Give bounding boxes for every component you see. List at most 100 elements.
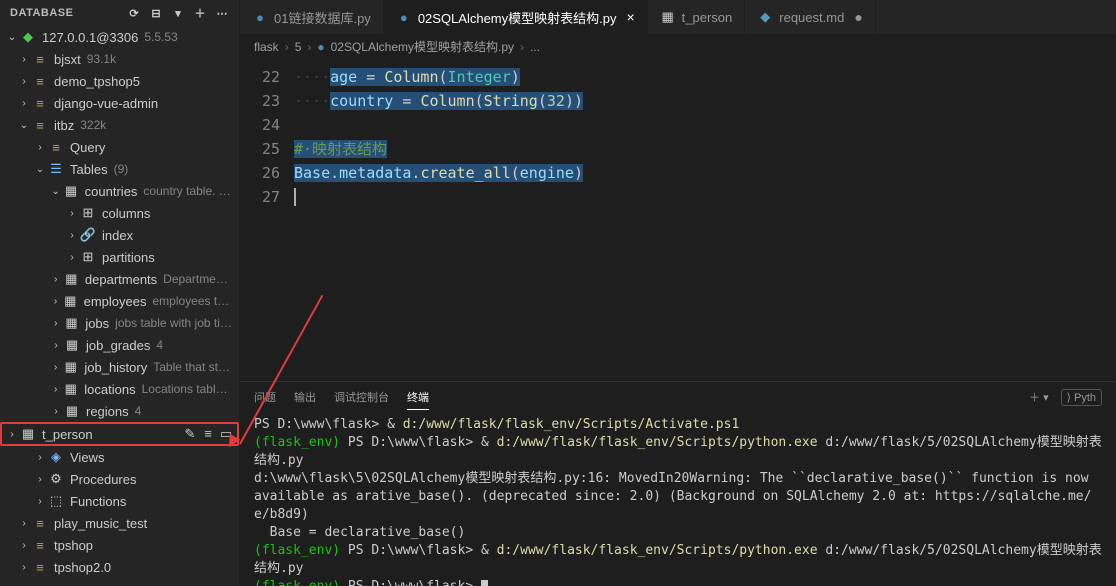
more-icon[interactable]: ⋯ xyxy=(215,6,229,20)
chevron-right-icon: › xyxy=(18,562,30,573)
chevron-right-icon: › xyxy=(18,76,30,87)
filter-icon[interactable]: ▾ xyxy=(171,6,185,20)
table-icon: ▦ xyxy=(63,381,78,397)
close-icon[interactable]: × xyxy=(626,9,634,25)
database-icon: ≡ xyxy=(32,117,48,133)
db-bjsxt[interactable]: › ≡ bjsxt 93.1k xyxy=(0,48,239,70)
chevron-right-icon: › xyxy=(50,340,62,351)
table-icon: ▦ xyxy=(63,293,78,309)
query-node[interactable]: › ≡ Query xyxy=(0,136,239,158)
collapse-icon[interactable]: ⊟ xyxy=(149,6,163,20)
tab-t_person[interactable]: ▦ t_person xyxy=(648,0,746,34)
index-icon: 🔗 xyxy=(80,227,96,243)
table-employees[interactable]: › ▦ employees employees tab... xyxy=(0,290,239,312)
db-tpshop2.0[interactable]: › ≡ tpshop2.0 xyxy=(0,556,239,578)
database-sidebar: DATABASE ⟳ ⊟ ▾ ＋ ⋯ ⌄ ◆ 127.0.0.1@3306 5.… xyxy=(0,0,240,586)
views-label: Views xyxy=(70,450,104,465)
breadcrumb[interactable]: flask › 5 › ● 02SQLAlchemy模型映射表结构.py ›... xyxy=(240,34,1116,59)
db-label: bjsxt xyxy=(54,52,81,67)
terminal-line: d:\www\flask\5\02SQLAlchemy模型映射表结构.py:16… xyxy=(254,470,1102,524)
table-departments[interactable]: › ▦ departments Department... xyxy=(0,268,239,290)
terminal-line: Base = declarative_base() xyxy=(254,524,1102,542)
views-node[interactable]: › ◈ Views xyxy=(0,446,239,468)
edit-icon[interactable]: ✎ xyxy=(183,426,197,442)
sub-label: index xyxy=(102,228,133,243)
chevron-right-icon: › xyxy=(34,474,46,485)
breadcrumb-item[interactable]: 02SQLAlchemy模型映射表结构.py xyxy=(331,38,514,55)
functions-icon: ⬚ xyxy=(48,493,64,509)
tab-02SQLAlchemy模型映射表结构.py[interactable]: ● 02SQLAlchemy模型映射表结构.py × xyxy=(384,0,648,34)
breadcrumb-sep: › xyxy=(520,40,524,54)
chevron-down-icon: ⌄ xyxy=(18,120,30,131)
table-sub-columns[interactable]: › ⊞ columns xyxy=(0,202,239,224)
breadcrumb-sep: › xyxy=(307,40,311,54)
chevron-right-icon: › xyxy=(50,362,61,373)
table-locations[interactable]: › ▦ locations Locations table t... xyxy=(0,378,239,400)
breadcrumb-item[interactable]: ... xyxy=(530,40,540,54)
db-label: tpshop2.0 xyxy=(54,560,111,575)
table-job_grades[interactable]: › ▦ job_grades 4 xyxy=(0,334,239,356)
proc-label: Procedures xyxy=(70,472,136,487)
code-editor[interactable]: 222324252627 ····age = Column(Integer)··… xyxy=(240,59,1116,381)
breadcrumb-item[interactable]: 5 xyxy=(295,40,302,54)
chevron-down-icon: ⌄ xyxy=(6,32,18,43)
panel-kind-label[interactable]: ⟩ Pyth xyxy=(1061,389,1102,406)
panel-tabs: 问题输出调试控制台终端 ＋ ▾ ⟩ Pyth xyxy=(240,382,1116,412)
panel-tab-终端[interactable]: 终端 xyxy=(407,385,429,410)
tables-node[interactable]: ⌄ ☰ Tables (9) xyxy=(0,158,239,180)
table-icon: ▦ xyxy=(63,359,78,375)
tab-label: request.md xyxy=(779,10,844,25)
table-label: job_grades xyxy=(86,338,150,353)
functions-node[interactable]: › ⬚ Functions xyxy=(0,490,239,512)
db-play_music_test[interactable]: › ≡ play_music_test xyxy=(0,512,239,534)
table-sub-index[interactable]: › 🔗 index xyxy=(0,224,239,246)
table-regions[interactable]: › ▦ regions 4 xyxy=(0,400,239,422)
code-body[interactable]: ····age = Column(Integer)····country = C… xyxy=(294,59,1116,381)
markdown-icon: ◆ xyxy=(757,9,773,25)
chevron-right-icon: › xyxy=(50,318,62,329)
db-itbz[interactable]: ⌄ ≡ itbz 322k xyxy=(0,114,239,136)
panel-tab-问题[interactable]: 问题 xyxy=(254,385,276,409)
table-t_person[interactable]: › ▦ t_person ✎≡▭ xyxy=(0,422,239,446)
connection-node[interactable]: ⌄ ◆ 127.0.0.1@3306 5.5.53 xyxy=(0,26,239,48)
sync-icon[interactable]: ⟳ xyxy=(127,6,141,20)
table-icon: ▦ xyxy=(63,183,78,199)
partitions-icon: ⊞ xyxy=(80,249,96,265)
add-terminal-icon[interactable]: ＋ ▾ xyxy=(1029,389,1049,405)
db-django-vue-admin[interactable]: › ≡ django-vue-admin xyxy=(0,92,239,114)
terminal-line: PS D:\www\flask> & d:/www/flask/flask_en… xyxy=(254,416,1102,434)
panel-tab-输出[interactable]: 输出 xyxy=(294,385,316,409)
table-label: regions xyxy=(86,404,129,419)
table-jobs[interactable]: › ▦ jobs jobs table with job titl... xyxy=(0,312,239,334)
chevron-right-icon: › xyxy=(50,384,61,395)
list-icon[interactable]: ≡ xyxy=(201,426,215,442)
add-icon[interactable]: ＋ xyxy=(193,6,207,20)
procedures-icon: ⚙ xyxy=(48,471,64,487)
chevron-right-icon: › xyxy=(34,142,46,153)
chevron-right-icon: › xyxy=(50,274,62,285)
tab-label: 02SQLAlchemy模型映射表结构.py xyxy=(418,8,617,27)
bottom-panel: 问题输出调试控制台终端 ＋ ▾ ⟩ Pyth PS D:\www\flask> … xyxy=(240,381,1116,586)
table-label: t_person xyxy=(42,427,93,442)
db-tpshop[interactable]: › ≡ tpshop xyxy=(0,534,239,556)
python-icon: ● xyxy=(317,40,324,54)
breadcrumb-sep: › xyxy=(285,40,289,54)
breadcrumb-item[interactable]: flask xyxy=(254,40,279,54)
table-icon: ▦ xyxy=(660,9,676,25)
tables-label: Tables xyxy=(70,162,108,177)
terminal-line: (flask_env) PS D:\www\flask> xyxy=(254,578,1102,586)
tab-01链接数据库.py[interactable]: ● 01链接数据库.py xyxy=(240,0,384,34)
connection-version: 5.5.53 xyxy=(144,30,177,44)
procedures-node[interactable]: › ⚙ Procedures xyxy=(0,468,239,490)
terminal-output[interactable]: PS D:\www\flask> & d:/www/flask/flask_en… xyxy=(240,412,1116,586)
chevron-right-icon: › xyxy=(18,54,30,65)
table-job_history[interactable]: › ▦ job_history Table that stor... xyxy=(0,356,239,378)
chevron-right-icon: › xyxy=(6,429,18,440)
table-countries[interactable]: ⌄ ▦ countries country table. C... xyxy=(0,180,239,202)
table-sub-partitions[interactable]: › ⊞ partitions xyxy=(0,246,239,268)
tab-request.md[interactable]: ◆ request.md ● xyxy=(745,0,876,34)
table-icon: ▦ xyxy=(64,403,80,419)
panel-tab-调试控制台[interactable]: 调试控制台 xyxy=(334,385,389,409)
db-demo_tpshop5[interactable]: › ≡ demo_tpshop5 xyxy=(0,70,239,92)
chevron-right-icon: › xyxy=(50,406,62,417)
